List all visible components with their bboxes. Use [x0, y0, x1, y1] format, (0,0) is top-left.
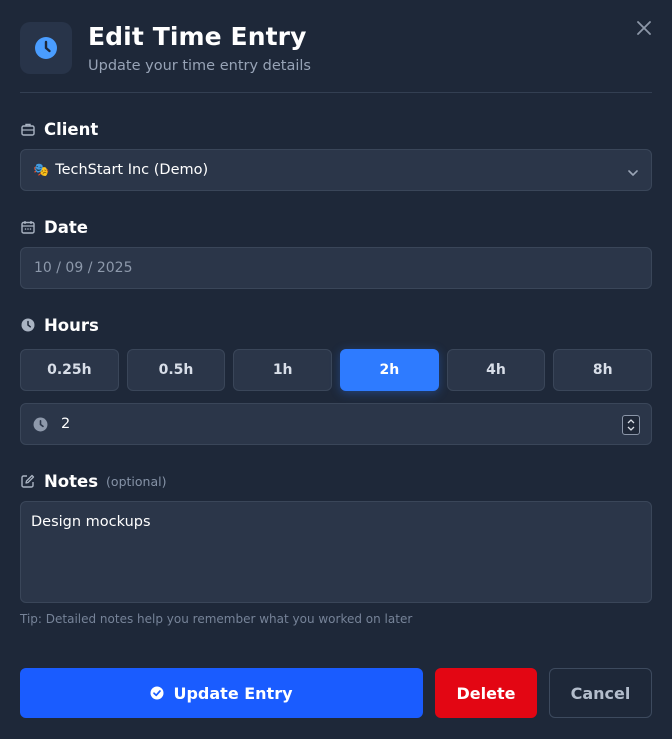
date-label: Date — [20, 216, 88, 238]
chevron-down-icon — [627, 164, 639, 183]
notes-label: Notes (optional) — [20, 470, 166, 492]
preset-8h[interactable]: 8h — [553, 349, 653, 391]
client-label-text: Client — [44, 119, 99, 139]
hours-input[interactable]: 2 — [20, 403, 652, 445]
client-select[interactable]: 🎭 TechStart Inc (Demo) — [20, 149, 652, 191]
hours-label-text: Hours — [44, 315, 99, 335]
preset-1h[interactable]: 1h — [233, 349, 333, 391]
preset-0-5h[interactable]: 0.5h — [126, 349, 226, 391]
modal-title: Edit Time Entry — [88, 22, 307, 51]
calendar-icon — [20, 219, 36, 235]
clock-icon — [20, 22, 72, 74]
notes-tip: Tip: Detailed notes help you remember wh… — [20, 612, 413, 626]
close-icon[interactable] — [634, 18, 654, 38]
notes-textarea[interactable]: Design mockups — [20, 501, 652, 603]
header-divider — [20, 92, 652, 93]
delete-button[interactable]: Delete — [435, 668, 537, 718]
cancel-button[interactable]: Cancel — [549, 668, 652, 718]
notes-label-text: Notes — [44, 471, 99, 491]
date-input[interactable]: 10 / 09 / 2025 — [20, 247, 652, 289]
check-circle-icon — [150, 686, 164, 700]
edit-time-entry-modal: Edit Time Entry Update your time entry d… — [0, 0, 672, 739]
hours-stepper[interactable] — [622, 415, 640, 435]
preset-2h[interactable]: 2h — [340, 349, 439, 391]
modal-subtitle: Update your time entry details — [88, 58, 311, 74]
hours-presets: 0.25h 0.5h 1h 2h 4h 8h — [20, 349, 653, 391]
update-entry-label: Update Entry — [173, 683, 293, 703]
client-select-value: TechStart Inc (Demo) — [55, 162, 209, 178]
notes-optional-text: (optional) — [106, 473, 167, 489]
clock-icon — [33, 417, 48, 432]
briefcase-icon — [20, 121, 36, 137]
edit-icon — [20, 473, 36, 489]
hours-label: Hours — [20, 314, 99, 336]
clock-icon — [20, 317, 36, 333]
client-label: Client — [20, 118, 98, 140]
client-emoji: 🎭 — [33, 162, 50, 178]
preset-0-25h[interactable]: 0.25h — [20, 349, 119, 391]
date-label-text: Date — [44, 217, 88, 237]
update-entry-button[interactable]: Update Entry — [20, 668, 423, 718]
hours-input-value: 2 — [61, 416, 71, 432]
preset-4h[interactable]: 4h — [446, 349, 546, 391]
